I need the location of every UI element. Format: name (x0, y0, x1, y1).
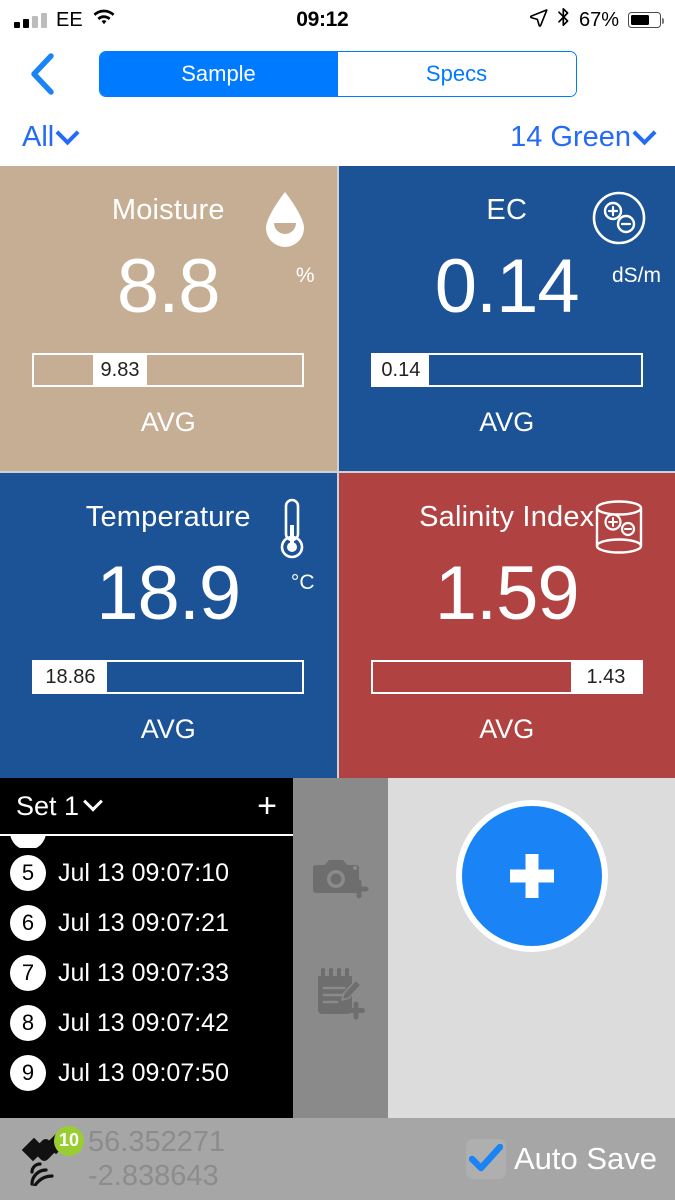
card-unit: °C (290, 571, 315, 594)
check-icon (468, 1144, 503, 1172)
add-set-button[interactable]: + (257, 789, 277, 823)
beaker-ions-icon (591, 497, 647, 564)
card-title: Salinity Index (419, 501, 595, 533)
auto-save-checkbox[interactable] (465, 1139, 506, 1179)
set-dropdown[interactable]: Set 1 (16, 790, 103, 822)
sample-list-header: Set 1 + (0, 778, 293, 836)
avg-bar: 1.43 (370, 660, 643, 694)
set-label: Set 1 (16, 790, 80, 821)
card-title: Temperature (85, 501, 251, 533)
add-sample-fab[interactable] (455, 800, 608, 952)
auto-save-label: Auto Save (513, 1141, 657, 1176)
latitude-value: 56.352271 (88, 1125, 226, 1158)
card-avg-label: AVG (479, 407, 535, 437)
card-avg-label: AVG (140, 407, 196, 437)
card-value: 18.9 (96, 551, 241, 636)
list-item[interactable]: 8 Jul 13 09:07:42 (0, 998, 293, 1048)
avg-bar: 18.86 (32, 660, 305, 694)
sample-list-panel: Set 1 + 5 Jul 13 09:07:10 6 Jul 13 09:07… (0, 778, 293, 1118)
list-item-index: 9 (10, 1055, 46, 1091)
bottom-region: Set 1 + 5 Jul 13 09:07:10 6 Jul 13 09:07… (0, 778, 675, 1118)
list-item-index (10, 836, 46, 848)
card-value: 0.14 (434, 244, 580, 329)
ion-circle-icon (591, 190, 647, 251)
card-value: 8.8 (116, 244, 221, 329)
auto-save-toggle[interactable]: Auto Save (465, 1139, 657, 1179)
battery-icon (628, 12, 665, 28)
avg-bar-value: 1.43 (571, 662, 641, 692)
mode-segmented-control[interactable]: Sample Specs (98, 51, 577, 97)
chevron-down-icon (83, 791, 103, 812)
back-chevron-icon[interactable] (16, 53, 68, 95)
app-screen: EE 09:12 67% Sample Specs All 14 Green M… (0, 0, 675, 1200)
list-item-index: 6 (10, 905, 46, 941)
fab-zone (388, 778, 675, 1118)
card-unit: % (295, 264, 315, 287)
filter-field-dropdown[interactable]: 14 Green (510, 120, 657, 154)
filter-all-label: All (22, 120, 55, 153)
location-arrow-icon (529, 8, 548, 33)
navigation-bar: Sample Specs (0, 40, 675, 108)
bluetooth-icon (557, 7, 570, 33)
camera-plus-icon[interactable] (312, 853, 370, 906)
list-item[interactable]: 9 Jul 13 09:07:50 (0, 1048, 293, 1098)
avg-bar: 0.14 (370, 353, 643, 387)
status-bar-clock: 09:12 (296, 8, 349, 31)
chevron-down-icon (632, 120, 657, 145)
card-ec[interactable]: EC dS/m 0.14 0.14 AVG (338, 166, 675, 471)
gps-coordinates: 56.352271 -2.838643 (88, 1125, 225, 1193)
card-avg-label: AVG (479, 714, 535, 744)
list-item-index: 7 (10, 955, 46, 991)
footer-bar: 10 56.352271 -2.838643 Auto Save (0, 1118, 675, 1200)
list-item-index: 8 (10, 1005, 46, 1041)
list-item-timestamp: Jul 13 09:07:50 (58, 1058, 229, 1087)
satellite-count-badge: 10 (54, 1125, 84, 1156)
tab-sample[interactable]: Sample (99, 52, 338, 96)
list-item-timestamp: Jul 13 09:07:33 (58, 958, 229, 987)
chevron-down-icon (55, 120, 80, 145)
status-bar-right: 67% (529, 7, 665, 33)
list-item-partial[interactable] (0, 836, 293, 848)
carrier-label: EE (56, 8, 83, 31)
card-temperature[interactable]: Temperature °C 18.9 18.86 AVG (0, 473, 337, 778)
tab-specs[interactable]: Specs (337, 52, 576, 96)
battery-percent-label: 67% (578, 8, 619, 31)
status-bar: EE 09:12 67% (0, 0, 675, 40)
card-value: 1.59 (434, 551, 580, 636)
filter-row: All 14 Green (0, 108, 675, 166)
list-item-timestamp: Jul 13 09:07:21 (58, 908, 229, 937)
tool-strip (293, 778, 388, 1118)
filter-field-label: 14 Green (510, 120, 631, 153)
sample-list-body[interactable]: 5 Jul 13 09:07:10 6 Jul 13 09:07:21 7 Ju… (0, 836, 293, 1118)
plus-icon (509, 854, 554, 898)
avg-bar-value: 18.86 (34, 662, 107, 692)
signal-bars-icon (14, 12, 47, 28)
list-item-timestamp: Jul 13 09:07:42 (58, 1008, 229, 1037)
note-plus-icon[interactable] (312, 968, 370, 1027)
list-item[interactable]: 6 Jul 13 09:07:21 (0, 898, 293, 948)
list-item[interactable]: 7 Jul 13 09:07:33 (0, 948, 293, 998)
list-item[interactable]: 5 Jul 13 09:07:10 (0, 848, 293, 898)
status-bar-left: EE (14, 9, 116, 32)
satellite-icon: 10 (18, 1125, 84, 1198)
measurement-cards-grid: Moisture % 8.8 9.83 AVG EC dS/m 0.14 0.1… (0, 166, 675, 778)
water-drop-icon (261, 190, 309, 257)
filter-all-dropdown[interactable]: All (22, 120, 80, 154)
avg-bar-value: 9.83 (93, 355, 147, 385)
avg-bar: 9.83 (32, 353, 305, 387)
card-avg-label: AVG (140, 714, 196, 744)
card-title: Moisture (111, 194, 225, 226)
card-unit: dS/m (611, 264, 661, 287)
card-salinity-index[interactable]: Salinity Index 1.59 1.43 AVG (338, 473, 675, 778)
thermometer-icon (275, 497, 309, 566)
card-title: EC (486, 194, 528, 226)
avg-bar-value: 0.14 (372, 355, 430, 385)
list-item-timestamp: Jul 13 09:07:10 (58, 858, 229, 887)
wifi-icon (92, 9, 116, 32)
card-moisture[interactable]: Moisture % 8.8 9.83 AVG (0, 166, 337, 471)
longitude-value: -2.838643 (88, 1160, 219, 1192)
list-item-index: 5 (10, 855, 46, 891)
